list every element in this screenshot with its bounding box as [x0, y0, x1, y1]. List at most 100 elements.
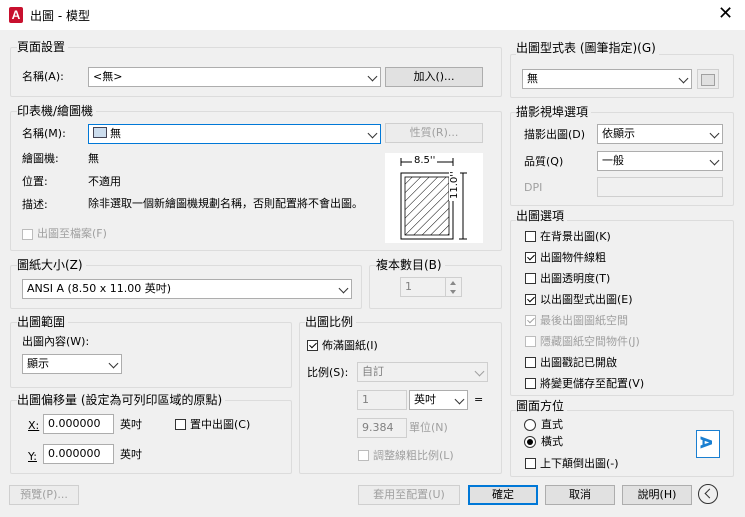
shaded-viewport-label: 描影視埠選項 — [516, 105, 592, 119]
title-bar: A 出圖 - 模型 ✕ — [0, 0, 745, 30]
page-setup-label: 頁面設置 — [17, 40, 69, 54]
page-setup-name-label: 名稱(A): — [22, 70, 64, 83]
chevron-down-icon — [108, 358, 119, 369]
plot-to-file-checkbox[interactable] — [22, 229, 33, 240]
hide-paperspace-checkbox[interactable] — [525, 336, 536, 347]
background-plot-label: 在背景出圖(K) — [540, 230, 611, 243]
plot-style-value: 無 — [527, 72, 538, 85]
scale-units-label: 單位(N) — [409, 421, 448, 434]
printer-name-value: 無 — [110, 127, 121, 140]
page-setup-name-dropdown[interactable]: <無> — [88, 67, 381, 87]
collapse-panel-icon[interactable] — [698, 484, 718, 504]
chevron-down-icon — [454, 394, 465, 405]
scale-lineweights-checkbox[interactable] — [358, 450, 369, 461]
fit-to-paper-label: 佈滿圖紙(I) — [322, 339, 378, 352]
quality-value: 一般 — [602, 154, 624, 167]
paper-size-value: ANSI A (8.50 x 11.00 英吋) — [27, 282, 172, 295]
landscape-orientation-icon: A — [696, 430, 720, 458]
help-button[interactable]: 說明(H) — [622, 485, 692, 505]
plot-style-dropdown[interactable]: 無 — [522, 69, 692, 89]
dpi-label: DPI — [524, 181, 543, 194]
description-label: 描述: — [22, 198, 48, 211]
paper-size-dropdown[interactable]: ANSI A (8.50 x 11.00 英吋) — [22, 279, 352, 299]
plot-stamp-label: 出圖戳記已開啟 — [540, 356, 617, 369]
chevron-down-icon — [367, 128, 378, 139]
copies-stepper[interactable]: 1 — [400, 277, 462, 297]
plot-options-label: 出圖選項 — [516, 209, 568, 223]
scale-denominator-input[interactable]: 9.384 — [357, 418, 407, 438]
paper-size-label: 圖紙大小(Z) — [17, 258, 86, 272]
page-setup-name-value: <無> — [93, 70, 123, 83]
cancel-button[interactable]: 取消 — [545, 485, 615, 505]
background-plot-checkbox[interactable] — [525, 231, 536, 242]
offset-y-unit: 英吋 — [120, 448, 142, 461]
plot-with-styles-checkbox[interactable] — [525, 294, 536, 305]
save-changes-checkbox[interactable] — [525, 378, 536, 389]
offset-x-input[interactable]: 0.000000 — [43, 414, 114, 434]
center-plot-label: 置中出圖(C) — [190, 418, 251, 431]
plot-to-file-label: 出圖至檔案(F) — [37, 227, 107, 240]
plot-with-styles-label: 以出圖型式出圖(E) — [540, 293, 633, 306]
description-value: 除非選取一個新繪圖機規劃名稱，否則配置將不會出圖。 — [88, 197, 363, 210]
shade-plot-dropdown[interactable]: 依顯示 — [597, 124, 723, 144]
add-page-setup-button[interactable]: 加入()... — [385, 67, 483, 87]
upside-down-checkbox[interactable] — [525, 458, 536, 469]
scale-label: 比例(S): — [307, 366, 349, 379]
plotter-value: 無 — [88, 152, 99, 165]
scale-numerator-input[interactable]: 1 — [357, 390, 407, 410]
ok-button[interactable]: 確定 — [468, 485, 538, 505]
what-to-plot-value: 顯示 — [27, 357, 49, 370]
shade-plot-label: 描影出圖(D) — [524, 128, 586, 141]
scale-unit-dropdown[interactable]: 英吋 — [409, 390, 468, 410]
chevron-down-icon — [678, 73, 689, 84]
copies-value: 1 — [405, 280, 412, 293]
orientation-label: 圖面方位 — [516, 399, 568, 413]
location-label: 位置: — [22, 175, 48, 188]
apply-to-layout-button[interactable]: 套用至配置(U) — [358, 485, 460, 505]
plot-lineweights-label: 出圖物件線粗 — [540, 251, 606, 264]
offset-y-input[interactable]: 0.000000 — [43, 444, 114, 464]
preview-height-label: 11.0'' — [449, 169, 460, 201]
chevron-down-icon — [709, 128, 720, 139]
scale-dropdown[interactable]: 自訂 — [357, 362, 488, 382]
printer-name-dropdown[interactable]: 無 — [88, 124, 381, 144]
location-value: 不適用 — [88, 175, 121, 188]
what-to-plot-label: 出圖內容(W): — [22, 335, 90, 348]
upside-down-label: 上下顛倒出圖(-) — [540, 457, 619, 470]
printer-label: 印表機/繪圖機 — [17, 104, 97, 118]
close-icon[interactable]: ✕ — [718, 4, 733, 24]
dpi-input[interactable] — [597, 177, 723, 197]
plot-stamp-checkbox[interactable] — [525, 357, 536, 368]
plot-transparency-label: 出圖透明度(T) — [540, 272, 611, 285]
plot-lineweights-checkbox[interactable] — [525, 252, 536, 263]
edit-plot-style-button[interactable] — [697, 69, 719, 89]
center-plot-checkbox[interactable] — [175, 419, 186, 430]
plot-offset-label: 出圖偏移量 (設定為可列印區域的原點) — [17, 393, 226, 407]
what-to-plot-dropdown[interactable]: 顯示 — [22, 354, 122, 374]
quality-dropdown[interactable]: 一般 — [597, 151, 723, 171]
printer-properties-button[interactable]: 性質(R)... — [385, 123, 483, 143]
fit-to-paper-checkbox[interactable] — [307, 340, 318, 351]
plot-area-label: 出圖範圍 — [17, 315, 69, 329]
preview-button[interactable]: 預覽(P)... — [9, 485, 79, 505]
chevron-down-icon — [367, 71, 378, 82]
offset-x-label: X: — [28, 419, 40, 432]
save-changes-label: 將變更儲存至配置(V) — [540, 377, 645, 390]
printer-name-label: 名稱(M): — [22, 127, 66, 140]
chevron-down-icon — [709, 155, 720, 166]
paperspace-last-checkbox[interactable] — [525, 315, 536, 326]
plotter-edit-icon — [701, 74, 715, 86]
plot-transparency-checkbox[interactable] — [525, 273, 536, 284]
autocad-app-icon: A — [9, 7, 23, 23]
landscape-radio[interactable] — [524, 436, 536, 448]
paperspace-last-label: 最後出圖圖紙空間 — [540, 314, 628, 327]
quality-label: 品質(Q) — [524, 155, 564, 168]
preview-width-label: 8.5'' — [412, 155, 438, 166]
portrait-radio[interactable] — [524, 419, 536, 431]
paper-preview: 8.5'' 11.0'' — [385, 153, 483, 243]
window-title: 出圖 - 模型 — [30, 9, 90, 23]
spinner-arrows-icon[interactable] — [445, 278, 461, 296]
scale-unit-value: 英吋 — [414, 393, 436, 406]
landscape-label: 橫式 — [541, 435, 563, 448]
plot-scale-label: 出圖比例 — [305, 315, 357, 329]
